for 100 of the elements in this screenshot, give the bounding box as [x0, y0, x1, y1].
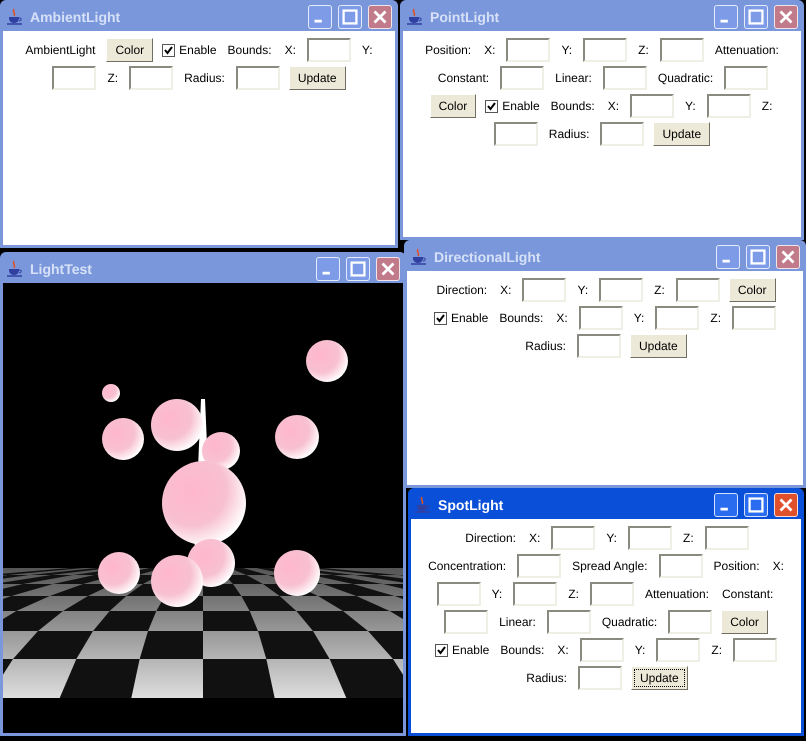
- close-button[interactable]: [776, 245, 800, 269]
- input-field[interactable]: [660, 38, 704, 62]
- close-button[interactable]: [368, 5, 392, 29]
- push-button[interactable]: Color: [430, 94, 476, 118]
- input-field[interactable]: [602, 66, 647, 90]
- field-label: Linear:: [554, 70, 593, 87]
- minimize-button[interactable]: [308, 5, 332, 29]
- close-icon: [779, 10, 793, 24]
- maximize-button[interactable]: [346, 257, 370, 281]
- input-field[interactable]: [704, 526, 749, 550]
- input-field[interactable]: [583, 38, 628, 62]
- maximize-button[interactable]: [746, 245, 770, 269]
- push-button[interactable]: Color: [728, 278, 776, 302]
- field-label: Quadratic:: [656, 70, 714, 87]
- check-icon: [163, 44, 174, 56]
- close-button[interactable]: [376, 257, 400, 281]
- enable-checkbox[interactable]: Enable: [485, 97, 540, 115]
- input-field[interactable]: [522, 278, 566, 302]
- input-field[interactable]: [732, 306, 776, 330]
- maximize-icon: [748, 9, 764, 25]
- close-button[interactable]: [774, 5, 798, 29]
- input-field[interactable]: [494, 122, 538, 146]
- field-label: Radius:: [548, 126, 590, 143]
- field-label: Z:: [637, 42, 650, 59]
- input-field[interactable]: [724, 66, 768, 90]
- field-label: Z:: [653, 282, 666, 299]
- input-field[interactable]: [599, 278, 644, 302]
- input-field[interactable]: [500, 66, 544, 90]
- field-label: X:: [556, 642, 570, 659]
- field-label: Position:: [424, 42, 472, 59]
- window-title: SpotLight: [438, 496, 504, 515]
- input-field[interactable]: [546, 610, 591, 634]
- input-field[interactable]: [580, 638, 624, 662]
- push-button[interactable]: Update: [288, 66, 346, 90]
- minimize-button[interactable]: [714, 5, 738, 29]
- field-label: Z:: [682, 530, 695, 547]
- minimize-icon: [322, 272, 330, 274]
- maximize-button[interactable]: [338, 5, 362, 29]
- coffee-cup-icon: [6, 260, 24, 278]
- push-button[interactable]: Update: [653, 122, 710, 146]
- field-label: X:: [499, 282, 512, 299]
- input-field[interactable]: [236, 66, 280, 90]
- window-title: PointLight: [430, 8, 500, 27]
- check-icon: [486, 100, 498, 112]
- close-button[interactable]: [774, 493, 798, 517]
- push-button[interactable]: Color: [106, 38, 154, 62]
- coffee-cup-icon: [6, 8, 24, 26]
- input-field[interactable]: [706, 94, 751, 118]
- push-button[interactable]: Update: [630, 666, 688, 690]
- input-field[interactable]: [129, 66, 174, 90]
- maximize-button[interactable]: [744, 5, 768, 29]
- field-label: Bounds:: [550, 98, 596, 115]
- enable-checkbox[interactable]: Enable: [162, 41, 217, 59]
- input-field[interactable]: [306, 38, 351, 62]
- input-field[interactable]: [506, 38, 550, 62]
- input-field[interactable]: [733, 638, 778, 662]
- input-field[interactable]: [656, 638, 700, 662]
- enable-checkbox[interactable]: Enable: [434, 309, 488, 327]
- check-icon: [436, 644, 447, 656]
- input-field[interactable]: [668, 610, 712, 634]
- push-button[interactable]: Update: [630, 334, 687, 358]
- field-label: Z:: [567, 586, 580, 603]
- field-label: Y:: [632, 310, 646, 327]
- input-field[interactable]: [676, 278, 720, 302]
- input-field[interactable]: [576, 334, 621, 358]
- input-field[interactable]: [578, 666, 622, 690]
- input-field[interactable]: [655, 306, 700, 330]
- minimize-button[interactable]: [316, 257, 340, 281]
- input-field[interactable]: [436, 582, 481, 606]
- input-field[interactable]: [600, 122, 644, 146]
- input-field[interactable]: [590, 582, 634, 606]
- field-label: Concentration:: [427, 558, 508, 575]
- field-label: Bounds:: [498, 310, 544, 327]
- input-field[interactable]: [551, 526, 596, 550]
- maximize-button[interactable]: [744, 493, 768, 517]
- field-label: X:: [772, 558, 785, 575]
- field-label: Quadratic:: [600, 614, 658, 631]
- input-field[interactable]: [628, 526, 672, 550]
- push-button[interactable]: Color: [721, 610, 768, 634]
- field-label: X:: [483, 42, 496, 59]
- input-field[interactable]: [513, 582, 558, 606]
- maximize-icon: [750, 249, 766, 265]
- close-icon: [781, 250, 795, 264]
- input-field[interactable]: [444, 610, 488, 634]
- minimize-button[interactable]: [714, 493, 738, 517]
- field-label: Radius:: [183, 70, 226, 87]
- close-icon: [381, 262, 395, 276]
- input-field[interactable]: [52, 66, 96, 90]
- input-field[interactable]: [630, 94, 674, 118]
- enable-checkbox[interactable]: Enable: [434, 641, 490, 659]
- field-label: Direction:: [435, 282, 488, 299]
- field-label: X:: [606, 98, 620, 115]
- field-label: Z:: [710, 642, 724, 659]
- input-field[interactable]: [517, 554, 562, 578]
- input-field[interactable]: [578, 306, 623, 330]
- field-label: Constant:: [436, 70, 490, 87]
- input-field[interactable]: [658, 554, 703, 578]
- field-label: Y:: [684, 98, 697, 115]
- maximize-icon: [350, 261, 366, 277]
- minimize-button[interactable]: [716, 245, 740, 269]
